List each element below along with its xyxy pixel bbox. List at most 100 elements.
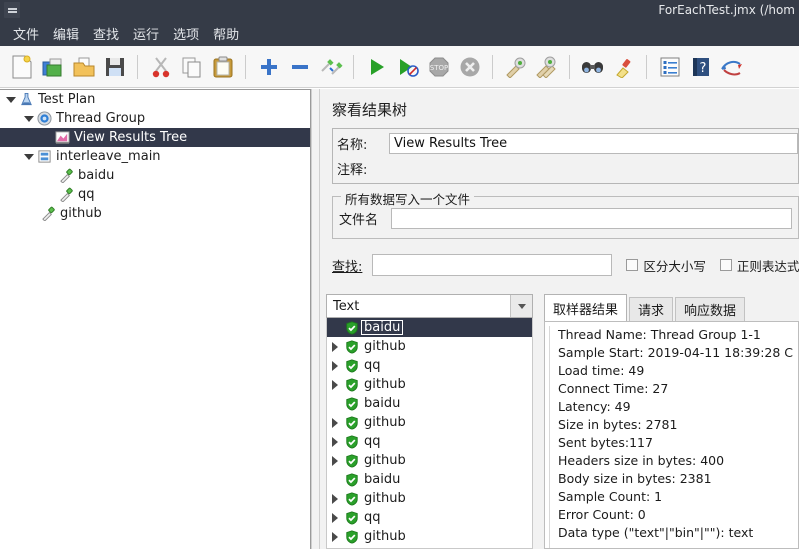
menu-bar: 文件 编辑 查找 运行 选项 帮助 <box>0 20 799 46</box>
tab-request[interactable]: 请求 <box>629 297 674 321</box>
success-shield-icon <box>343 491 361 506</box>
search-icon[interactable] <box>578 52 607 82</box>
tree-node-view-results-tree[interactable]: View Results Tree <box>0 128 310 147</box>
expand-arrow-icon[interactable] <box>327 418 343 428</box>
expand-arrow-placeholder <box>44 188 57 201</box>
tree-node-interleave-main[interactable]: interleave_main <box>0 147 310 166</box>
test-plan-tree[interactable]: Test Plan Thread Group View Results Tree… <box>0 89 311 549</box>
stop-icon[interactable]: STOP <box>424 52 453 82</box>
sampler-result-line: Sample Count: 1 <box>558 489 663 504</box>
tree-node-github[interactable]: github <box>0 204 310 223</box>
test-plan-icon <box>17 92 35 107</box>
copy-icon[interactable] <box>177 52 206 82</box>
result-row-label: qq <box>364 434 381 449</box>
expand-arrow-icon[interactable] <box>327 342 343 352</box>
checkbox-box[interactable] <box>626 259 639 271</box>
open-icon[interactable] <box>69 52 98 82</box>
result-row[interactable]: github <box>327 451 532 470</box>
result-row[interactable]: qq <box>327 432 532 451</box>
clear-all-icon[interactable] <box>532 52 561 82</box>
expand-arrow-icon[interactable] <box>22 112 35 125</box>
clear-icon[interactable] <box>501 52 530 82</box>
result-row[interactable]: baidu <box>327 394 532 413</box>
filename-input[interactable] <box>391 208 792 229</box>
case-sensitive-checkbox[interactable]: 区分大小写 <box>626 256 706 275</box>
sampler-icon <box>57 168 75 183</box>
find-input[interactable] <box>372 254 613 276</box>
collapse-all-icon[interactable] <box>285 52 314 82</box>
function-helper-icon[interactable] <box>655 52 684 82</box>
undo-redo-icon[interactable] <box>717 52 746 82</box>
hamburger-icon[interactable] <box>4 2 20 18</box>
expand-arrow-icon[interactable] <box>327 532 343 542</box>
success-shield-icon <box>343 510 361 525</box>
menu-search[interactable]: 查找 <box>86 22 126 45</box>
regex-checkbox[interactable]: 正则表达式 <box>719 256 799 275</box>
result-row[interactable]: baidu <box>327 470 532 489</box>
tree-node-qq[interactable]: qq <box>0 185 310 204</box>
sampler-result-line: Connect Time: 27 <box>558 381 669 396</box>
expand-arrow-icon[interactable] <box>327 494 343 504</box>
tree-node-label: Test Plan <box>38 92 96 107</box>
shutdown-icon[interactable] <box>455 52 484 82</box>
chevron-down-icon[interactable] <box>510 295 532 317</box>
result-row[interactable]: github <box>327 337 532 356</box>
write-all-data-to-file-group: 所有数据写入一个文件 文件名 <box>332 189 799 239</box>
paste-icon[interactable] <box>208 52 237 82</box>
expand-arrow-icon[interactable] <box>327 380 343 390</box>
tree-node-baidu[interactable]: baidu <box>0 166 310 185</box>
cut-icon[interactable] <box>146 52 175 82</box>
menu-options[interactable]: 选项 <box>166 22 206 45</box>
tab-sampler-result[interactable]: 取样器结果 <box>544 294 628 321</box>
start-icon[interactable] <box>362 52 391 82</box>
templates-icon[interactable] <box>38 52 67 82</box>
expand-all-icon[interactable] <box>254 52 283 82</box>
result-row[interactable]: baidu <box>327 318 532 337</box>
result-row[interactable]: qq <box>327 508 532 527</box>
expand-arrow-icon[interactable] <box>327 513 343 523</box>
result-row[interactable]: qq <box>327 356 532 375</box>
tree-node-test-plan[interactable]: Test Plan <box>0 90 310 109</box>
sampler-result-line: Data type ("text"|"bin"|""): text <box>558 525 754 540</box>
menu-file[interactable]: 文件 <box>6 22 46 45</box>
checkbox-box[interactable] <box>719 259 732 271</box>
expand-arrow-icon[interactable] <box>22 150 35 163</box>
expand-arrow-icon[interactable] <box>327 437 343 447</box>
sampler-result-line: Error Count: 0 <box>558 507 646 522</box>
tree-node-thread-group[interactable]: Thread Group <box>0 109 310 128</box>
success-shield-icon <box>343 434 361 449</box>
new-icon[interactable] <box>7 52 36 82</box>
tree-node-label: qq <box>78 187 95 202</box>
filename-label: 文件名 <box>339 213 379 228</box>
panel-splitter[interactable] <box>311 89 320 549</box>
save-icon[interactable] <box>100 52 129 82</box>
result-row[interactable]: github <box>327 413 532 432</box>
result-row[interactable]: github <box>327 489 532 508</box>
toggle-icon[interactable] <box>316 52 345 82</box>
name-input[interactable] <box>389 133 798 154</box>
result-row-label: github <box>364 415 406 430</box>
start-no-pauses-icon[interactable] <box>393 52 422 82</box>
result-row[interactable]: github <box>327 375 532 394</box>
detail-tabs: 取样器结果 请求 响应数据 <box>544 294 799 321</box>
result-row-label: github <box>364 491 406 506</box>
tab-response-data[interactable]: 响应数据 <box>675 297 746 321</box>
expand-arrow-icon[interactable] <box>4 93 17 106</box>
menu-run[interactable]: 运行 <box>126 22 166 45</box>
menu-help[interactable]: 帮助 <box>206 22 246 45</box>
find-row: 查找: 区分大小写 正则表达式 <box>332 253 799 277</box>
menu-edit[interactable]: 编辑 <box>46 22 86 45</box>
expand-arrow-icon[interactable] <box>327 456 343 466</box>
sampler-result-body[interactable]: Thread Name: Thread Group 1-1 Sample Star… <box>544 321 799 549</box>
help-icon[interactable]: ? <box>686 52 715 82</box>
name-row: 名称: <box>337 132 798 155</box>
view-results-tree-icon <box>53 130 71 145</box>
comment-input[interactable] <box>389 158 798 179</box>
expand-arrow-icon[interactable] <box>327 361 343 371</box>
result-row-label: github <box>364 453 406 468</box>
reset-search-icon[interactable] <box>609 52 638 82</box>
window-title: ForEachTest.jmx (/hom <box>658 3 795 17</box>
results-tree-list[interactable]: baidu github qq github baidu github qq github ba… <box>326 318 533 549</box>
result-row[interactable]: github <box>327 527 532 546</box>
renderer-select[interactable]: Text <box>326 294 533 318</box>
